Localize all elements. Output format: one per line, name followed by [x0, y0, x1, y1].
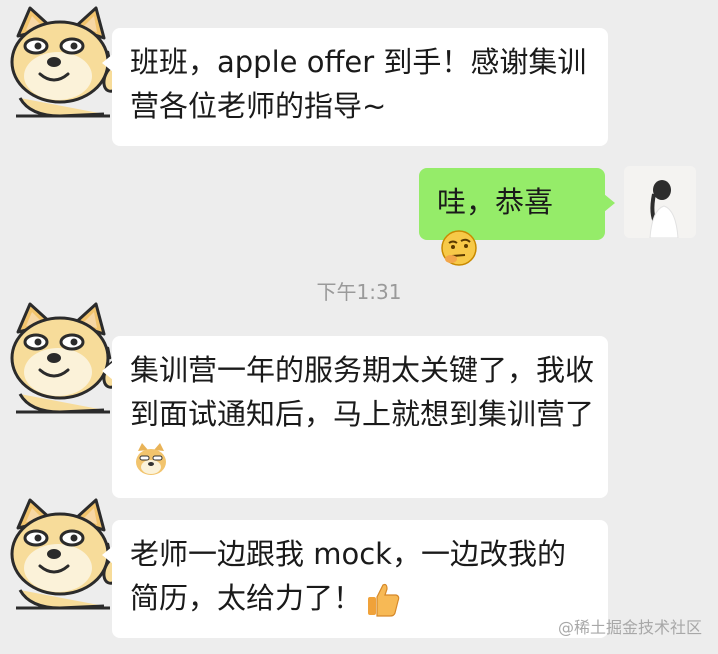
- message-bubble[interactable]: 哇，恭喜: [419, 168, 615, 266]
- message-text: 老师一边跟我 mock，一边改我的简历，太给力了！: [130, 537, 566, 615]
- thumbs-up-emoji: [368, 583, 400, 617]
- message-bubble[interactable]: 老师一边跟我 mock，一边改我的简历，太给力了！: [102, 520, 608, 638]
- message-bubble[interactable]: 集训营一年的服务期太关键了，我收到面试通知后，马上就想到集训营了: [102, 336, 608, 498]
- message-text: 班班，apple offer 到手！感谢集训营各位老师的指导~: [130, 45, 587, 123]
- user-avatar[interactable]: [624, 166, 696, 238]
- message-text: 哇，恭喜: [437, 185, 554, 219]
- thinking-face-emoji: [441, 230, 477, 266]
- contact-avatar[interactable]: [0, 298, 124, 414]
- watermark: @稀土掘金技术社区: [557, 618, 702, 637]
- message-text: 集训营一年的服务期太关键了，我收到面试通知后，马上就想到集训营了: [130, 353, 595, 431]
- message-bubble[interactable]: 班班，apple offer 到手！感谢集训营各位老师的指导~: [102, 28, 608, 146]
- doge-emoji: [136, 443, 166, 475]
